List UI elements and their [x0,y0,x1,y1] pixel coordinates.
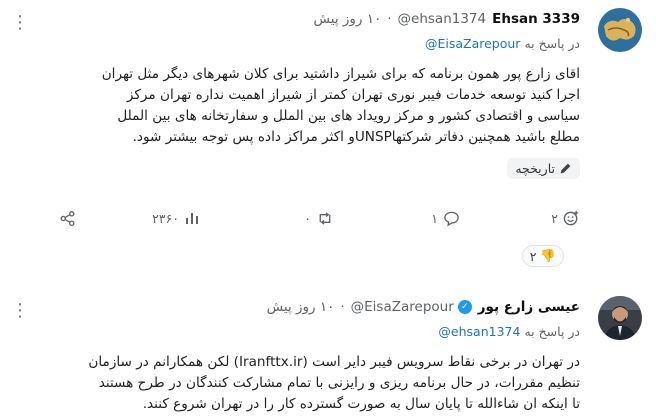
post-body-line: در تهران در برخی نقاط سرویس فیبر دایر اس… [88,354,580,370]
reaction-badge[interactable]: 👎 ۲ [521,245,564,267]
post-body-line: اجرا کنید توسعه خدمات فیبر نوری تهران کم… [126,87,580,103]
post-body-line: سیاسی و اقتصادی کشور و مرکز رویداد های ب… [117,108,580,124]
post-card: عیسی زارع پور ✓ @EisaZarepour · ۱۰ روز پ… [0,288,656,420]
post-card: Ehsan 3339 @ehsan1374 · ۱۰ روز پیش ⋮ در … [0,0,656,289]
post-body: اقای زارع پور همون برنامه که برای شیراز … [12,64,580,148]
user-handle[interactable]: @ehsan1374 [398,11,487,27]
reaction-count: ۲ [551,211,558,226]
share-button[interactable] [59,210,76,227]
reply-mention-link[interactable]: @EisaZarepour [425,36,520,51]
reply-prefix: در پاسخ به [524,323,580,339]
separator: · [387,11,392,27]
post-header: Ehsan 3339 @ehsan1374 · ۱۰ روز پیش ⋮ [11,6,580,33]
display-name[interactable]: عیسی زارع پور [478,299,580,315]
action-bar: ۲ ۱ ۰ ۲۳۶۰ [12,210,580,234]
post-body: در تهران در برخی نقاط سرویس فیبر دایر اس… [12,352,580,415]
reply-to-line: در پاسخ به @ehsan1374 [12,320,580,342]
timestamp[interactable]: ۱۰ روز پیش [267,299,335,315]
reply-mention-link[interactable]: @ehsan1374 [438,324,520,339]
share-icon [59,210,76,227]
timestamp[interactable]: ۱۰ روز پیش [314,11,382,27]
add-reaction-icon [563,210,580,227]
reaction-badge-count: ۲ [529,248,537,264]
post-header: عیسی زارع پور ✓ @EisaZarepour · ۱۰ روز پ… [11,294,580,321]
retweet-icon [316,210,334,227]
reply-to-line: در پاسخ به @EisaZarepour [12,32,580,54]
views-count: ۲۳۶۰ [152,210,179,226]
more-options-icon[interactable]: ⋮ [8,298,32,322]
post-body-line: تنظیم مقررات، در حال برنامه ریزی و رایزن… [98,375,580,391]
views-indicator: ۲۳۶۰ [152,210,200,226]
post-body-line: مطلع باشید همچنین دفاتر شرکتهاUNSPو اکثر… [132,129,580,145]
retweet-count: ۰ [304,211,311,226]
post-body-line: تا اینکه ان شاءالله تا پایان سال به صورت… [142,396,580,412]
avatar[interactable] [598,296,642,340]
history-label: تاریخچه [515,161,555,176]
reaction-button[interactable]: ۲ [551,210,580,227]
comment-icon [443,210,460,227]
post-body-line: اقای زارع پور همون برنامه که برای شیراز … [101,66,580,82]
history-button[interactable]: تاریخچه [507,158,580,179]
thumbs-down-icon: 👎 [540,248,556,263]
display-name[interactable]: Ehsan 3339 [492,11,580,27]
more-options-icon[interactable]: ⋮ [8,10,32,34]
reply-button[interactable]: ۱ [431,210,460,227]
separator: · [340,299,345,315]
views-chart-icon [184,210,200,226]
feed: Ehsan 3339 @ehsan1374 · ۱۰ روز پیش ⋮ در … [0,0,656,420]
user-handle[interactable]: @EisaZarepour [351,299,454,315]
reply-prefix: در پاسخ به [524,35,580,51]
avatar[interactable] [598,8,642,52]
retweet-button[interactable]: ۰ [304,210,334,227]
reply-count: ۱ [431,211,438,226]
pencil-icon [559,162,572,175]
verified-badge-icon: ✓ [457,300,472,314]
